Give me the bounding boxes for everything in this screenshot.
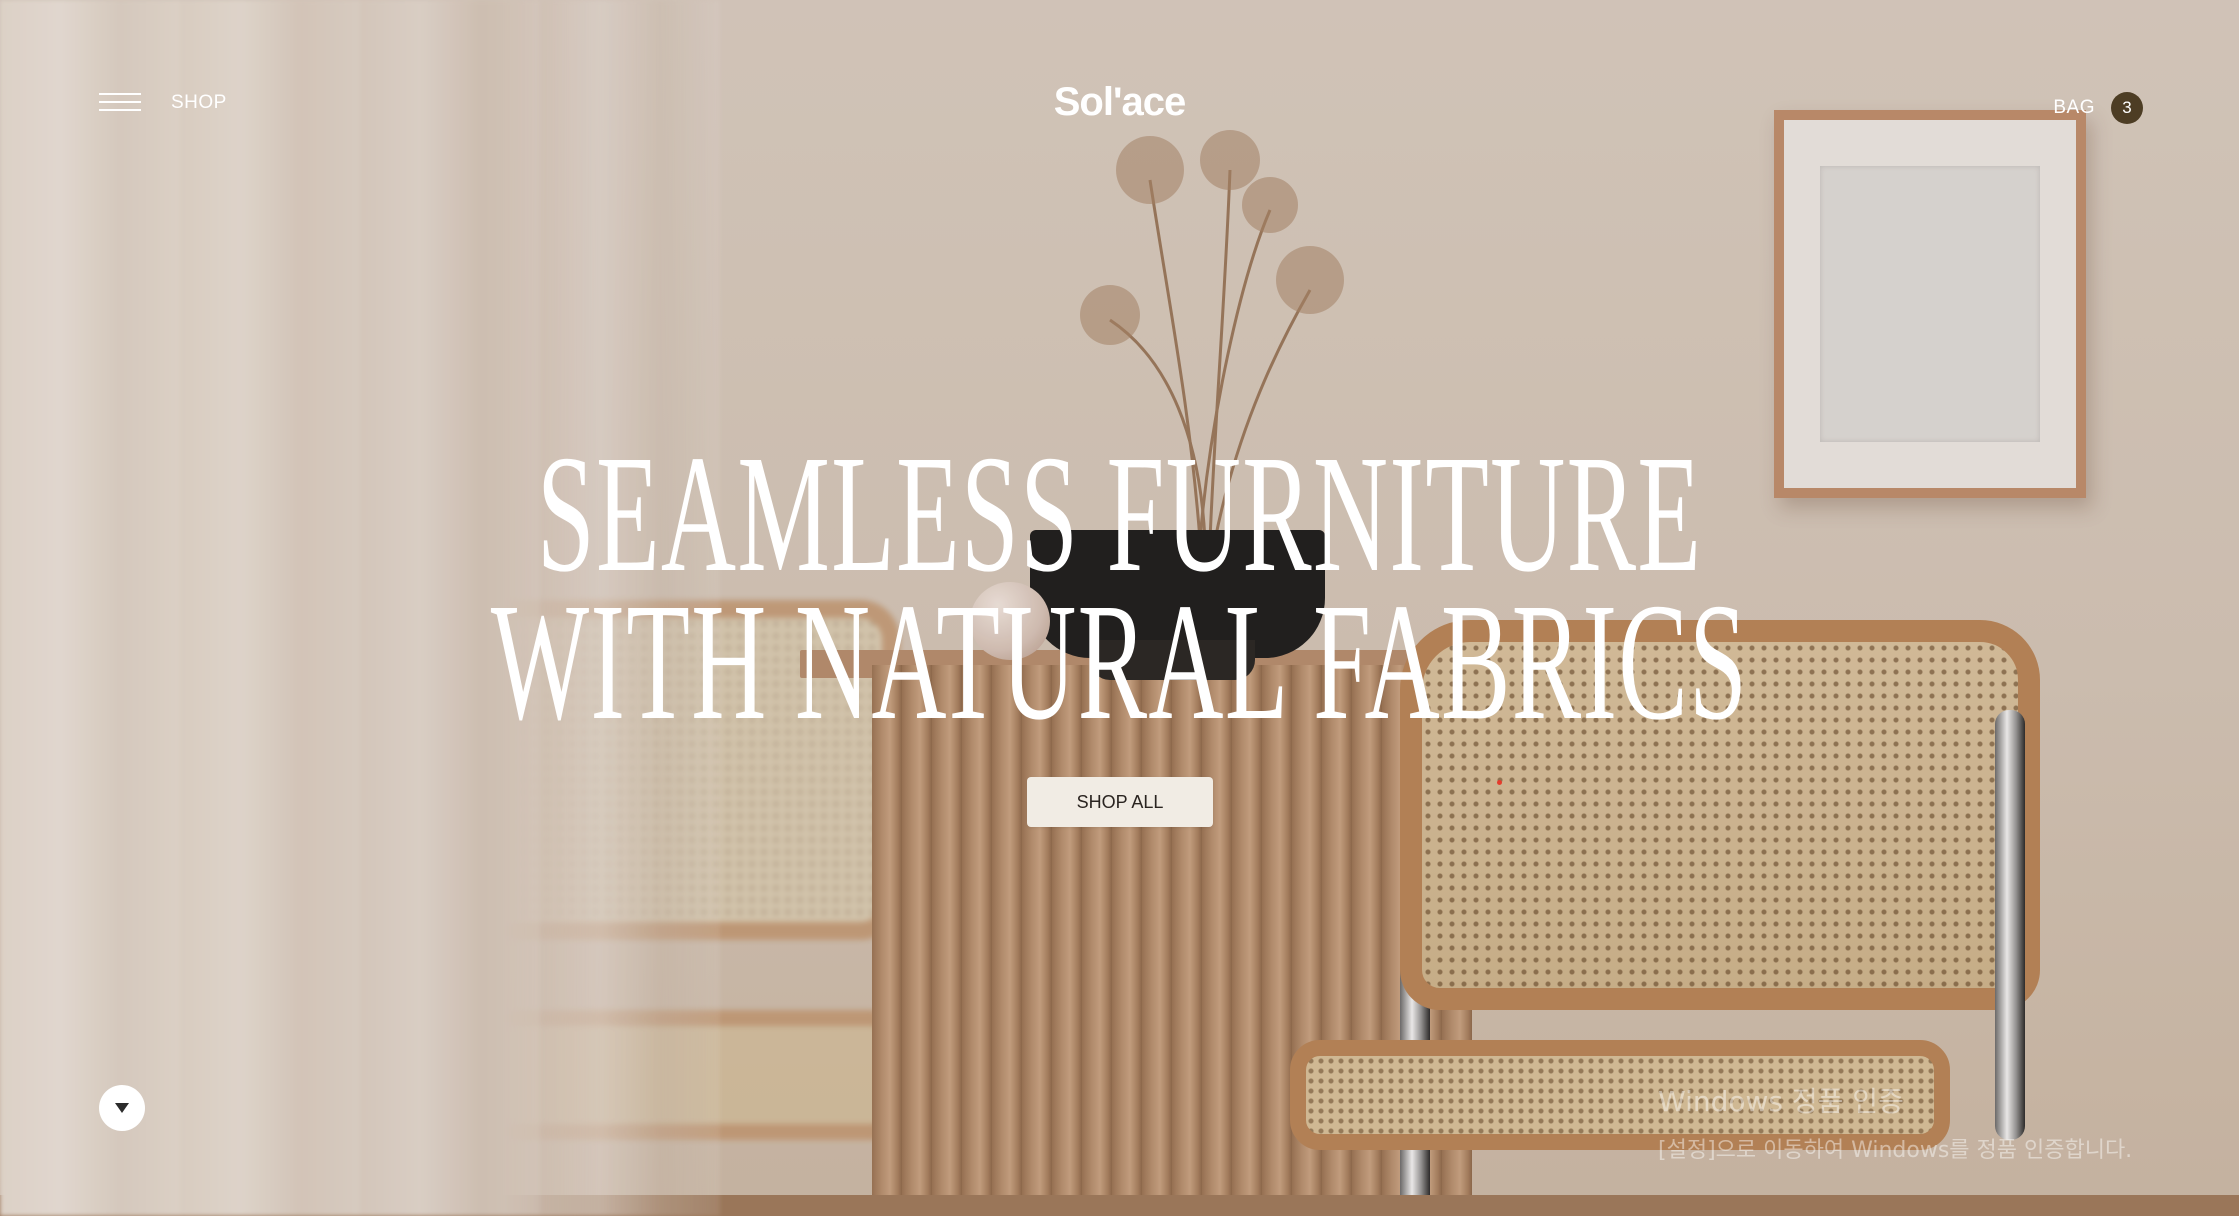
shop-all-button[interactable]: SHOP ALL — [1027, 777, 1213, 827]
bag-count-badge[interactable]: 3 — [2111, 92, 2143, 124]
bag-label[interactable]: BAG — [2053, 97, 2095, 119]
scroll-down-button[interactable] — [99, 1085, 145, 1131]
hero-headline: SEAMLESS FURNITURE WITH NATURAL FABRICS — [0, 421, 2239, 755]
red-dot-marker — [1497, 780, 1502, 785]
triangle-down-icon — [115, 1103, 129, 1113]
bag-link[interactable]: BAG 3 — [2053, 92, 2143, 124]
site-logo[interactable]: Sol'ace — [0, 80, 2239, 125]
hero-headline-line-2: WITH NATURAL FABRICS — [490, 569, 1749, 755]
hero-headline-line-1: SEAMLESS FURNITURE — [536, 421, 1703, 607]
